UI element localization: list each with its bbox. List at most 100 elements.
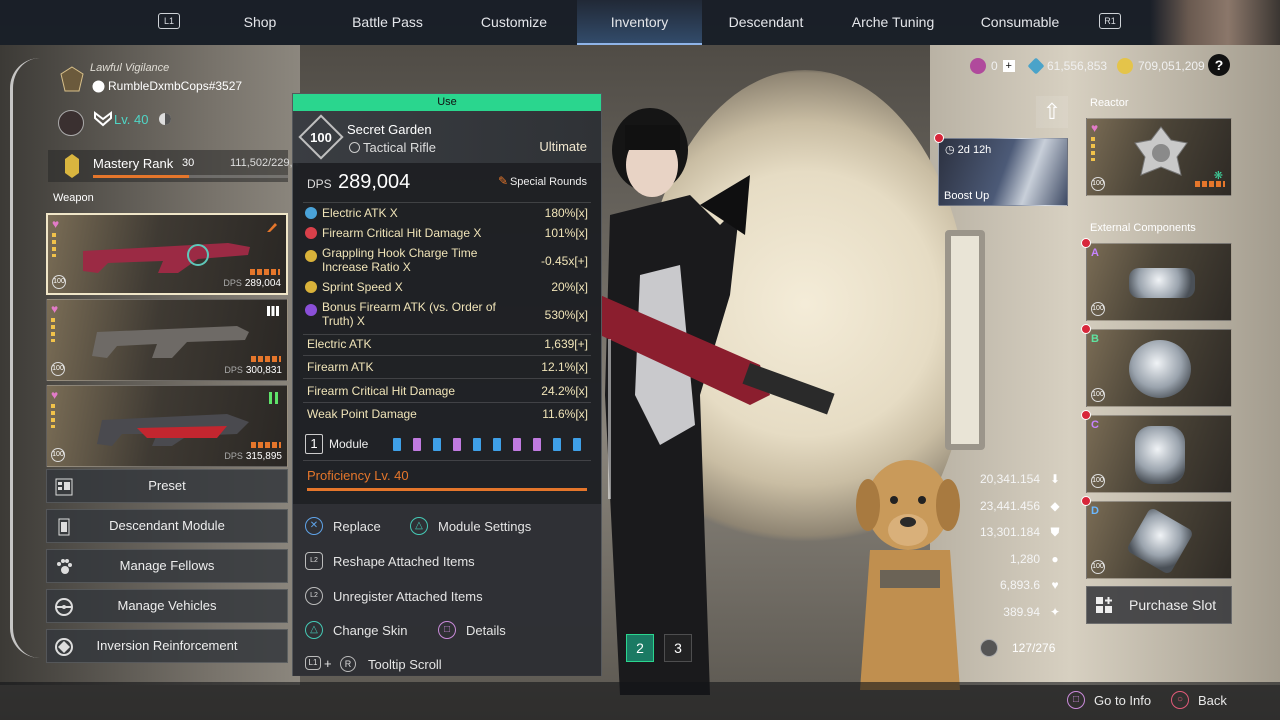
stat-name: Bonus Firearm ATK (vs. Order of Truth) X — [322, 300, 496, 328]
component-image — [1125, 506, 1195, 576]
descendant-module-label: Descendant Module — [109, 518, 225, 533]
external-components-label: External Components — [1090, 222, 1196, 234]
stat-name: Weak Point Damage — [307, 407, 417, 421]
level-info-icon[interactable] — [158, 112, 172, 126]
help-button[interactable]: ? — [1208, 54, 1230, 76]
boost-time-value: 2d 12h — [957, 144, 992, 156]
square-button-icon: □ — [438, 621, 456, 639]
top-navigation: L1 Shop Battle Pass Customize Inventory … — [0, 0, 1280, 45]
component-level-badge: 100 — [1091, 388, 1105, 402]
proficiency-level: Proficiency Lv. 40 — [307, 468, 409, 483]
module-pip — [553, 438, 561, 451]
ammo-type-icon: ✎ — [498, 174, 509, 188]
weapon-level-badge: 100 — [51, 448, 65, 462]
tooltip-actions: ✕ Replace △ Module Settings L2 Reshape A… — [293, 504, 601, 676]
stat-row: Firearm Critical Hit Damage X 101%[x] — [303, 226, 588, 242]
weapon-name: Secret Garden — [347, 122, 432, 137]
rank-chevron-icon — [94, 111, 112, 127]
module-pip — [533, 438, 541, 451]
currency-kuiper: 61,556,853 — [1027, 56, 1107, 76]
purchase-slot-button[interactable]: Purchase Slot — [1086, 586, 1232, 624]
component-letter: A — [1091, 247, 1099, 259]
upgrade-arrow-icon[interactable]: ⇧ — [1036, 96, 1068, 128]
weapon-slot-3[interactable]: ♥ 100 DPS 315,895 — [46, 385, 288, 467]
back-action[interactable]: Back — [1198, 693, 1227, 708]
replace-action[interactable]: Replace — [333, 519, 381, 534]
page-3[interactable]: 3 — [664, 634, 692, 662]
weapon-slot-2[interactable]: ♥ 100 DPS 300,831 — [46, 299, 288, 381]
tab-inventory[interactable]: Inventory — [577, 0, 702, 45]
stat-shield: 23,441.456 — [979, 499, 1040, 513]
l1-button-hint[interactable]: L1 — [158, 13, 180, 29]
mastery-progress-fill — [93, 175, 189, 178]
mastery-progress-bar — [93, 175, 288, 178]
sparkle-icon: ✦ — [1049, 605, 1061, 619]
tab-battle-pass[interactable]: Battle Pass — [335, 0, 440, 45]
tab-customize[interactable]: Customize — [465, 0, 563, 45]
details-action[interactable]: Details — [466, 623, 506, 638]
tooltip-scrollbar[interactable] — [608, 339, 611, 499]
level-pips — [1195, 181, 1225, 187]
platform-icon — [92, 80, 105, 93]
paw-icon — [57, 559, 72, 574]
component-letter: D — [1091, 505, 1099, 517]
boost-label: Boost Up — [944, 190, 990, 202]
divider — [303, 402, 591, 403]
inventory-count: 127/276 — [1012, 641, 1056, 655]
profile-title: Lawful Vigilance — [90, 62, 170, 74]
component-image — [1129, 268, 1195, 298]
descendant-portraits[interactable] — [1150, 0, 1280, 45]
boost-up-card[interactable]: ◷ 2d 12h Boost Up — [938, 138, 1068, 206]
manage-fellows-button[interactable]: Manage Fellows — [46, 549, 288, 583]
inversion-reinforcement-button[interactable]: Inversion Reinforcement — [46, 629, 288, 663]
manage-fellows-label: Manage Fellows — [119, 558, 215, 573]
preset-label: Preset — [148, 478, 186, 493]
caliber-amount: 0 — [991, 59, 998, 73]
module-settings-action[interactable]: Module Settings — [438, 519, 531, 534]
module-pip — [493, 438, 501, 451]
gold-icon — [1117, 58, 1133, 74]
heart-icon: ♥ — [52, 217, 60, 231]
reactor-slot[interactable]: ♥ 100 ❋ — [1086, 118, 1232, 196]
caliber-icon — [970, 58, 986, 74]
component-slot-b[interactable]: B 100 — [1086, 329, 1232, 407]
go-to-info-action[interactable]: Go to Info — [1094, 693, 1151, 708]
component-slot-d[interactable]: D 100 — [1086, 501, 1232, 579]
cross-symbol: ✕ — [309, 520, 319, 531]
preset-button[interactable]: Preset — [46, 469, 288, 503]
tab-shop[interactable]: Shop — [220, 0, 300, 45]
add-icon[interactable]: + — [1002, 60, 1015, 72]
notification-dot — [1081, 324, 1091, 334]
component-slot-a[interactable]: A 100 — [1086, 243, 1232, 321]
weapon-slot-1[interactable]: ♥ 100 DPS 289,004 — [46, 213, 288, 295]
tooltip-scroll-action[interactable]: Tooltip Scroll — [368, 657, 442, 672]
use-button[interactable]: Use — [293, 94, 601, 111]
tab-arche-tuning[interactable]: Arche Tuning — [838, 0, 948, 45]
weapon-type: Tactical Rifle — [363, 140, 436, 155]
right-stick-icon: R — [340, 656, 356, 672]
reshape-action[interactable]: Reshape Attached Items — [333, 554, 475, 569]
dps-value: 289,004 — [338, 171, 411, 193]
stat-name: Firearm ATK — [307, 360, 374, 374]
descendant-character — [600, 108, 835, 695]
module-pip — [393, 438, 401, 451]
component-slot-c[interactable]: C 100 — [1086, 415, 1232, 493]
stat-row: Grappling Hook Charge Time Increase Rati… — [303, 246, 588, 276]
change-skin-action[interactable]: Change Skin — [333, 623, 407, 638]
tab-consumable[interactable]: Consumable — [970, 0, 1070, 45]
pencil-icon[interactable] — [266, 221, 278, 233]
shield-diamond-icon: ◆ — [1050, 499, 1060, 513]
avatar[interactable] — [58, 110, 84, 136]
notification-dot — [1081, 238, 1091, 248]
unregister-action[interactable]: Unregister Attached Items — [333, 589, 483, 604]
component-level-badge: 100 — [1091, 302, 1105, 316]
r1-button-hint[interactable]: R1 — [1099, 13, 1121, 29]
l2-hold-button-icon: L2 — [305, 587, 323, 605]
weapon-dps: DPS 300,831 — [224, 365, 282, 376]
ammo-icon — [269, 392, 278, 404]
manage-vehicles-button[interactable]: Manage Vehicles — [46, 589, 288, 623]
tab-descendant[interactable]: Descendant — [716, 0, 816, 45]
page-2[interactable]: 2 — [626, 634, 654, 662]
descendant-module-button[interactable]: Descendant Module — [46, 509, 288, 543]
gold-amount: 709,051,209 — [1138, 59, 1205, 73]
